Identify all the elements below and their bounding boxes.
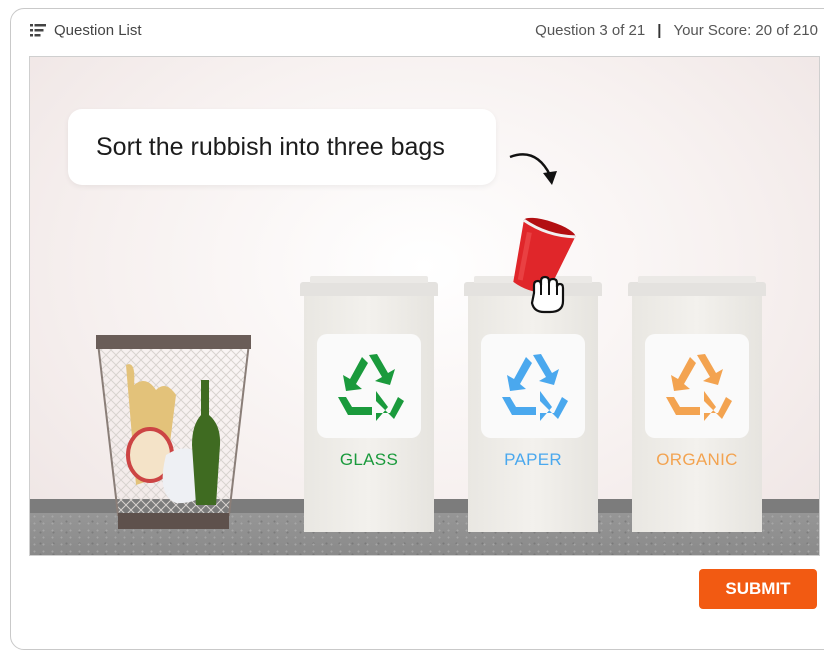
score-text: Your Score: 20 of 210 bbox=[673, 22, 818, 39]
recycle-icon bbox=[338, 354, 404, 421]
grab-hand-icon bbox=[530, 275, 565, 314]
glass-bin-lid bbox=[300, 276, 438, 296]
question-counter: Question 3 of 21 bbox=[535, 22, 646, 39]
glass-bin[interactable]: GLASS bbox=[300, 276, 438, 532]
glass-bin-label: GLASS bbox=[339, 450, 399, 469]
top-bar: Question List Question 3 of 21 | Your Sc… bbox=[0, 0, 824, 50]
organic-bin-panel bbox=[645, 334, 749, 438]
curved-arrow-icon bbox=[509, 153, 557, 185]
instruction-bubble: Sort the rubbish into three bags bbox=[68, 109, 496, 185]
organic-bin[interactable]: ORGANIC bbox=[628, 276, 766, 532]
list-icon bbox=[30, 24, 46, 37]
organic-bin-label: ORGANIC bbox=[656, 450, 738, 469]
paper-bin-label: PAPER bbox=[504, 450, 562, 469]
paper-bin[interactable]: PAPER bbox=[464, 276, 602, 532]
question-list-label: Question List bbox=[54, 22, 142, 39]
quiz-status: Question 3 of 21 | Your Score: 20 of 210 bbox=[535, 22, 818, 39]
sorting-stage: Sort the rubbish into three bags GLASS P… bbox=[29, 56, 820, 556]
recycle-icon bbox=[666, 354, 732, 421]
wastebasket-icon[interactable] bbox=[96, 335, 251, 535]
organic-bin-lid bbox=[628, 276, 766, 296]
instruction-text: Sort the rubbish into three bags bbox=[96, 132, 445, 161]
glass-bin-panel bbox=[317, 334, 421, 438]
paper-bin-panel bbox=[481, 334, 585, 438]
submit-button[interactable]: SUBMIT bbox=[699, 569, 817, 609]
status-separator: | bbox=[657, 22, 662, 39]
question-list-button[interactable]: Question List bbox=[30, 22, 142, 39]
recycle-icon bbox=[502, 354, 568, 421]
